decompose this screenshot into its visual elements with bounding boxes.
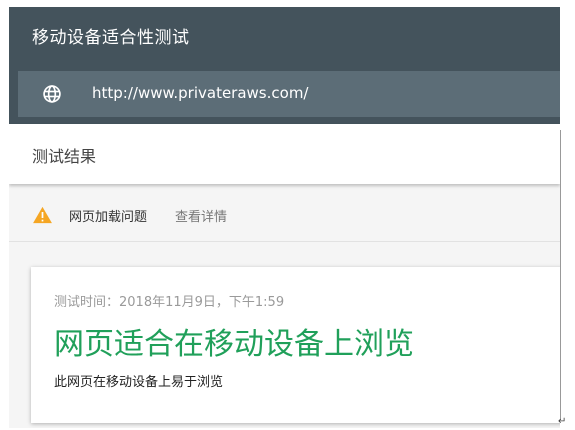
globe-icon: [43, 85, 61, 103]
paragraph-mark: ↵: [558, 416, 567, 427]
app-frame: 移动设备适合性测试 http://www.privateraws.com/ 测试…: [9, 7, 560, 428]
verdict-subtitle: 此网页在移动设备上易于浏览: [54, 375, 224, 390]
test-time: 测试时间：2018年11月9日，下午1:59: [54, 295, 285, 310]
results-label: 测试结果: [32, 147, 97, 166]
header: 移动设备适合性测试 http://www.privateraws.com/: [9, 7, 560, 124]
url-text[interactable]: http://www.privateraws.com/: [92, 84, 308, 102]
verdict-title: 网页适合在移动设备上浏览: [54, 327, 414, 362]
warning-icon: [33, 206, 52, 224]
issue-label: 网页加载问题: [69, 210, 148, 225]
issue-row[interactable]: 网页加载问题 查看详情: [9, 193, 560, 242]
url-bar[interactable]: http://www.privateraws.com/: [18, 71, 560, 117]
page-edge-line: [560, 130, 561, 420]
app-title: 移动设备适合性测试: [32, 28, 190, 48]
view-details-link[interactable]: 查看详情: [175, 206, 227, 225]
result-card: 测试时间：2018年11月9日，下午1:59 网页适合在移动设备上浏览 此网页在…: [31, 267, 560, 423]
results-header: 测试结果: [9, 124, 560, 184]
